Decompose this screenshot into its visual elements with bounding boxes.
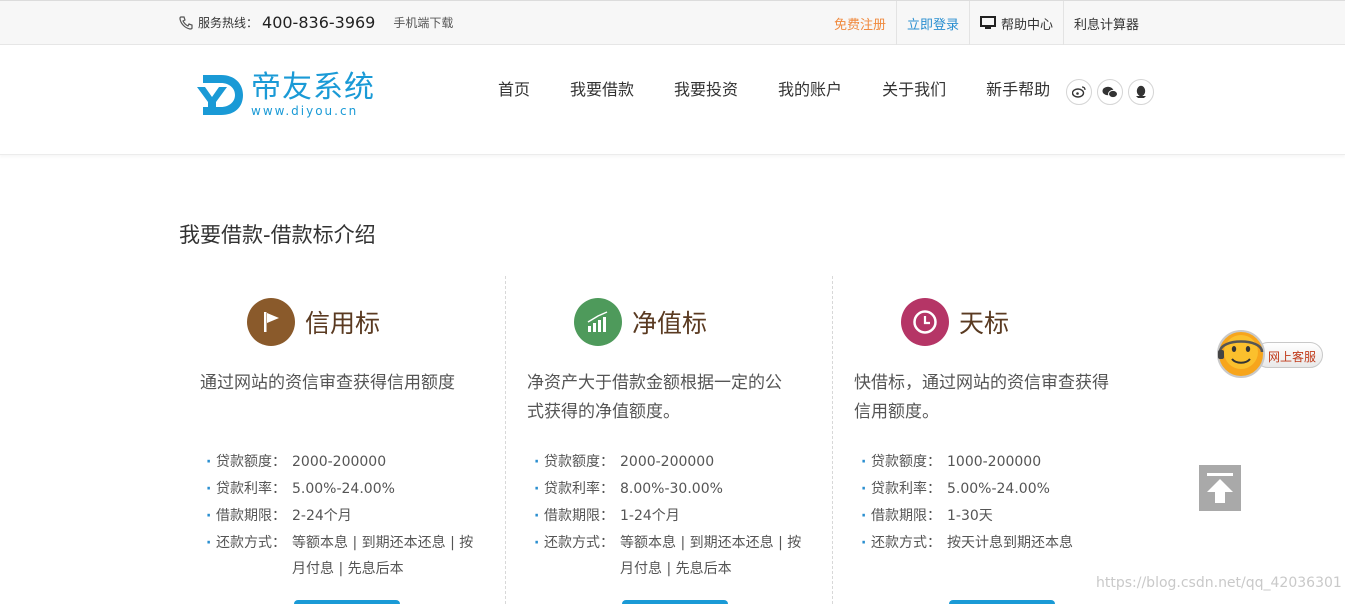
nav-item-account[interactable]: 我的账户: [758, 79, 862, 101]
spec-row: · 贷款额度： 1000-200000: [861, 454, 1042, 470]
spec-row: · 还款方式： 等额本息 | 到期还本还息 | 按月付息 | 先息后本: [534, 535, 802, 577]
loan-specs: · 贷款额度： 2000-200000 · 贷款利率： 8.00%-30.00% · 借款…: [534, 449, 804, 582]
loan-name: 信用标: [305, 309, 381, 338]
loan-name: 天标: [959, 309, 1010, 338]
logo[interactable]: 帝友系统 www.diyou.cn: [195, 71, 375, 119]
spec-row: · 借款期限： 2-24个月: [206, 508, 352, 524]
main-nav: 首页 我要借款 我要投资 我的账户 关于我们 新手帮助: [478, 79, 1070, 101]
nav-item-borrow[interactable]: 我要借款: [550, 79, 654, 101]
spec-row: · 贷款额度： 2000-200000: [206, 454, 387, 470]
help-center-link[interactable]: 帮助中心: [968, 1, 1063, 45]
help-center-label: 帮助中心: [1000, 17, 1053, 33]
loan-card-credit: 信用标 通过网站的资信审查获得信用额度 · 贷款额度： 2000-200000 · 贷…: [178, 276, 505, 604]
weibo-icon[interactable]: [1066, 79, 1092, 105]
interest-calculator-link[interactable]: 利息计算器: [1062, 1, 1149, 45]
hotline: 服务热线： 400-836-3969 手机端下载: [178, 13, 453, 32]
top-bar: 服务热线： 400-836-3969 手机端下载 免费注册 立即登录 帮助中心 …: [0, 0, 1345, 45]
spec-row: · 借款期限： 1-30天: [861, 508, 993, 524]
watermark: https://blog.csdn.net/qq_42036301: [1096, 575, 1342, 591]
register-link[interactable]: 免费注册: [824, 1, 896, 45]
spec-row: · 贷款利率： 5.00%-24.00%: [206, 481, 395, 497]
hotline-label: 服务热线：: [198, 16, 259, 30]
apply-button[interactable]: [949, 600, 1055, 604]
top-links: 免费注册 立即登录 帮助中心 利息计算器: [824, 1, 1149, 45]
login-link[interactable]: 立即登录: [895, 1, 969, 45]
flag-icon: [247, 298, 295, 346]
app-download-link[interactable]: 手机端下载: [393, 14, 453, 31]
spec-row: · 贷款额度： 2000-200000: [534, 454, 715, 470]
nav-item-help[interactable]: 新手帮助: [966, 79, 1070, 101]
social-links: [1066, 79, 1154, 105]
logo-mark-icon: [197, 75, 243, 115]
spec-row: · 贷款利率： 5.00%-24.00%: [861, 481, 1050, 497]
loan-specs: · 贷款额度： 2000-200000 · 贷款利率： 5.00%-24.00% · 借款…: [206, 449, 476, 582]
nav-item-about[interactable]: 关于我们: [862, 79, 966, 101]
arrow-up-icon: [1207, 473, 1233, 503]
header: 帝友系统 www.diyou.cn 首页 我要借款 我要投资 我的账户 关于我们…: [0, 45, 1345, 155]
loan-specs: · 贷款额度： 1000-200000 · 贷款利率： 5.00%-24.00% · 借款…: [861, 449, 1131, 557]
nav-item-invest[interactable]: 我要投资: [654, 79, 758, 101]
logo-url: www.diyou.cn: [251, 104, 359, 118]
spec-row: · 还款方式： 等额本息 | 到期还本还息 | 按月付息 | 先息后本: [206, 535, 474, 577]
spec-row: · 贷款利率： 8.00%-30.00%: [534, 481, 723, 497]
online-service-label: 网上客服: [1268, 350, 1317, 364]
loan-types: 信用标 通过网站的资信审查获得信用额度 · 贷款额度： 2000-200000 · 贷…: [178, 276, 1160, 604]
wechat-icon[interactable]: [1097, 79, 1123, 105]
customer-service-icon: [1217, 330, 1265, 378]
loan-card-daily: 天标 快借标，通过网站的资信审查获得 信用额度。 · 贷款额度： 1000-2000…: [832, 276, 1159, 604]
page-title: 我要借款-借款标介绍: [179, 223, 376, 247]
loan-card-networth: 净值标 净资产大于借款金额根据一定的公 式获得的净值额度。 · 贷款额度： 2000…: [505, 276, 832, 604]
loan-name: 净值标: [632, 309, 708, 338]
online-service-button[interactable]: 网上客服: [1215, 328, 1325, 380]
loan-description: 通过网站的资信审查获得信用额度: [200, 373, 455, 393]
loan-description: 净资产大于借款金额根据一定的公 式获得的净值额度。: [527, 373, 782, 422]
back-to-top-button[interactable]: [1199, 465, 1241, 511]
loan-description: 快借标，通过网站的资信审查获得 信用额度。: [854, 373, 1109, 422]
monitor-icon: [979, 16, 996, 29]
logo-name: 帝友系统: [251, 70, 375, 105]
qq-icon[interactable]: [1128, 79, 1154, 105]
spec-row: · 借款期限： 1-24个月: [534, 508, 680, 524]
spec-row: · 还款方式： 按天计息到期还本息: [861, 535, 1073, 551]
phone-icon: [178, 15, 194, 31]
nav-item-home[interactable]: 首页: [478, 79, 550, 101]
clock-icon: [901, 298, 949, 346]
apply-button[interactable]: [294, 600, 400, 604]
apply-button[interactable]: [622, 600, 728, 604]
bar-chart-icon: [574, 298, 622, 346]
hotline-number: 400-836-3969: [262, 13, 376, 32]
